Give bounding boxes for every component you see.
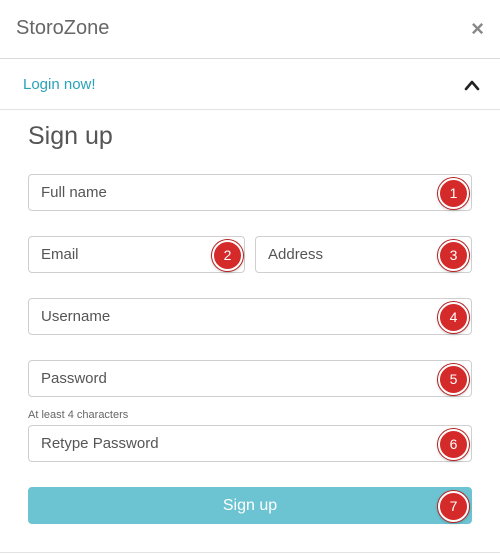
step-badge: 4 [438, 302, 469, 333]
step-badge: 1 [438, 178, 469, 209]
chevron-up-icon[interactable] [464, 79, 480, 91]
close-icon[interactable]: × [471, 18, 484, 40]
username-field [28, 298, 472, 335]
step-badge: 2 [212, 240, 243, 271]
step-badge: 6 [438, 429, 469, 460]
retype-password-input[interactable] [29, 426, 471, 461]
step-badge: 3 [438, 240, 469, 271]
login-bar: Login now! [0, 59, 500, 110]
full-name-field [28, 174, 472, 211]
sign-up-button[interactable]: Sign up [28, 487, 472, 524]
divider [0, 552, 500, 553]
step-badge: 5 [438, 364, 469, 395]
form-title: Sign up [28, 122, 113, 150]
app-title: StoroZone [16, 17, 110, 39]
full-name-input[interactable] [29, 175, 471, 210]
retype-password-field [28, 425, 472, 462]
password-hint: At least 4 characters [28, 409, 129, 421]
password-field [28, 360, 472, 397]
login-now-link[interactable]: Login now! [23, 76, 96, 93]
step-badge: 7 [438, 491, 469, 522]
app-header: StoroZone × [0, 0, 500, 59]
username-input[interactable] [29, 299, 471, 334]
password-input[interactable] [29, 361, 471, 396]
